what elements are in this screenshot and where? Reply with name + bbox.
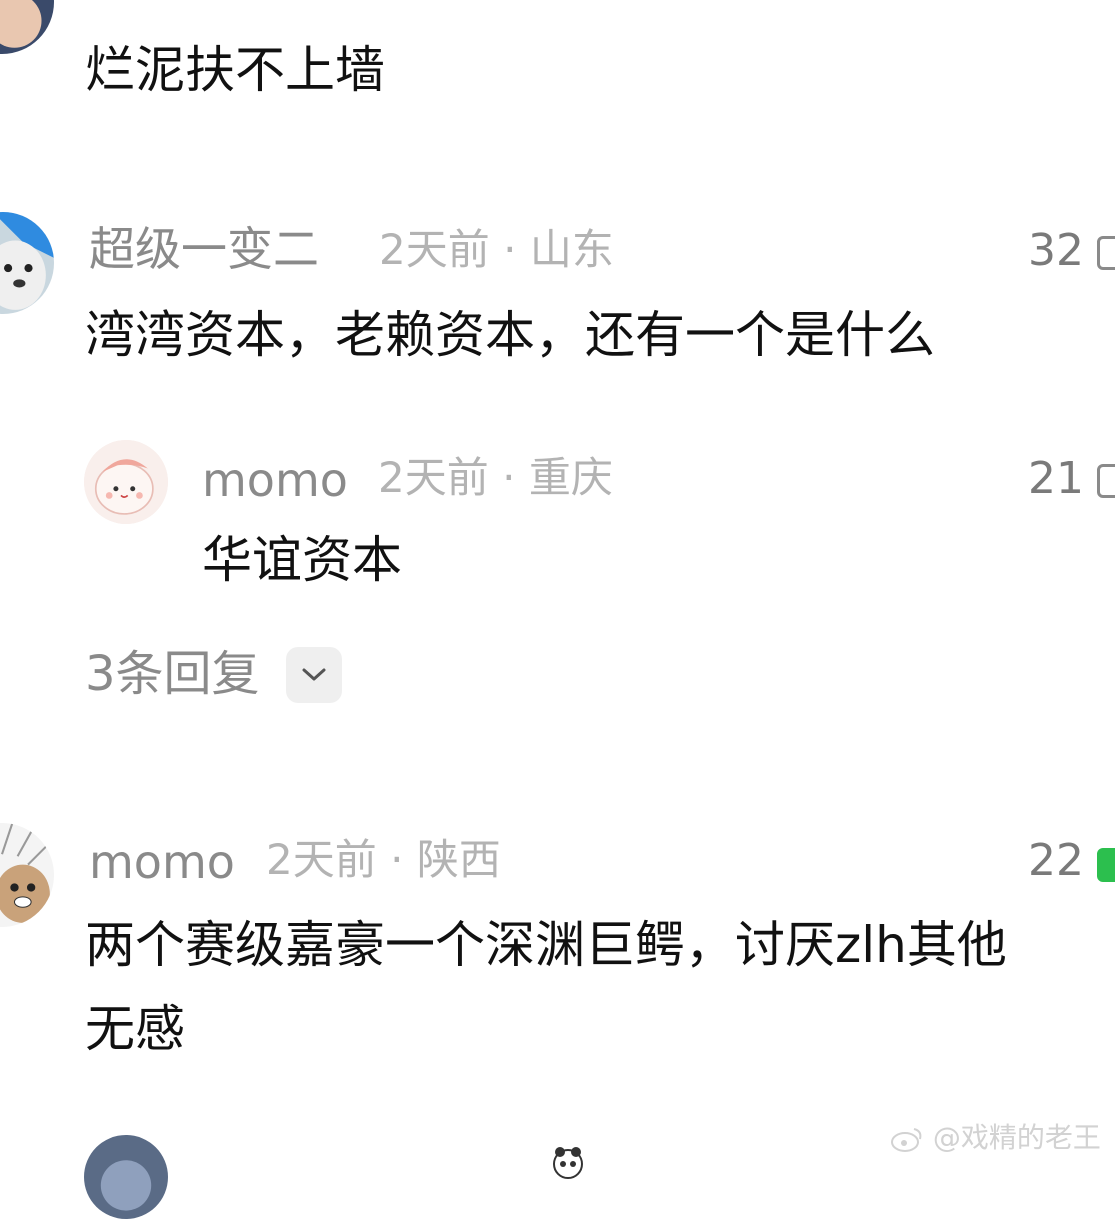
reply-username[interactable]: momo: [202, 457, 348, 503]
like-icon[interactable]: [1097, 236, 1115, 274]
meta-separator: ·: [390, 835, 404, 884]
meta-separator: ·: [502, 453, 516, 502]
reply-like-count: 21: [1028, 453, 1084, 504]
like-count: 32: [1028, 225, 1084, 276]
comment-location: 陕西: [416, 835, 501, 884]
comment-time: 2天前: [266, 835, 377, 884]
reply-avatar[interactable]: [84, 440, 168, 524]
comment-text: 烂泥扶不上墙: [85, 41, 385, 99]
comment-meta: 2天前 · 陕西: [266, 839, 501, 881]
avatar[interactable]: [0, 823, 54, 927]
reply-meta: 2天前 · 重庆: [378, 457, 613, 499]
reply-location: 重庆: [528, 453, 613, 502]
comment-username[interactable]: momo: [89, 839, 235, 885]
watermark-text: @戏精的老王: [932, 1121, 1101, 1154]
comment-username[interactable]: 超级一变二: [89, 226, 319, 272]
badge-icon: [548, 1142, 588, 1182]
expand-replies-button[interactable]: [286, 647, 342, 703]
like-count: 22: [1028, 835, 1084, 886]
weibo-logo-icon: [891, 1128, 922, 1152]
avatar[interactable]: [0, 212, 54, 314]
comment-meta: 2天前 · 山东: [379, 229, 614, 271]
like-icon[interactable]: [1097, 464, 1115, 502]
comment-text-line1: 两个赛级嘉豪一个深渊巨鳄，讨厌zlh其他: [85, 916, 1007, 974]
watermark: @戏精的老王: [890, 1124, 1101, 1153]
chevron-down-icon: [302, 668, 326, 681]
like-icon[interactable]: [1097, 848, 1115, 886]
comment-text: 湾湾资本，老赖资本，还有一个是什么: [85, 306, 935, 364]
reply-text: 华谊资本: [202, 531, 402, 589]
comment-time: 2天前: [379, 225, 490, 274]
avatar[interactable]: [0, 0, 54, 54]
meta-separator: ·: [503, 225, 517, 274]
comment-text-line2: 无感: [85, 1000, 185, 1058]
more-replies-link[interactable]: 3条回复: [85, 650, 260, 698]
avatar[interactable]: [84, 1135, 168, 1219]
comment-location: 山东: [529, 225, 614, 274]
reply-time: 2天前: [378, 453, 489, 502]
